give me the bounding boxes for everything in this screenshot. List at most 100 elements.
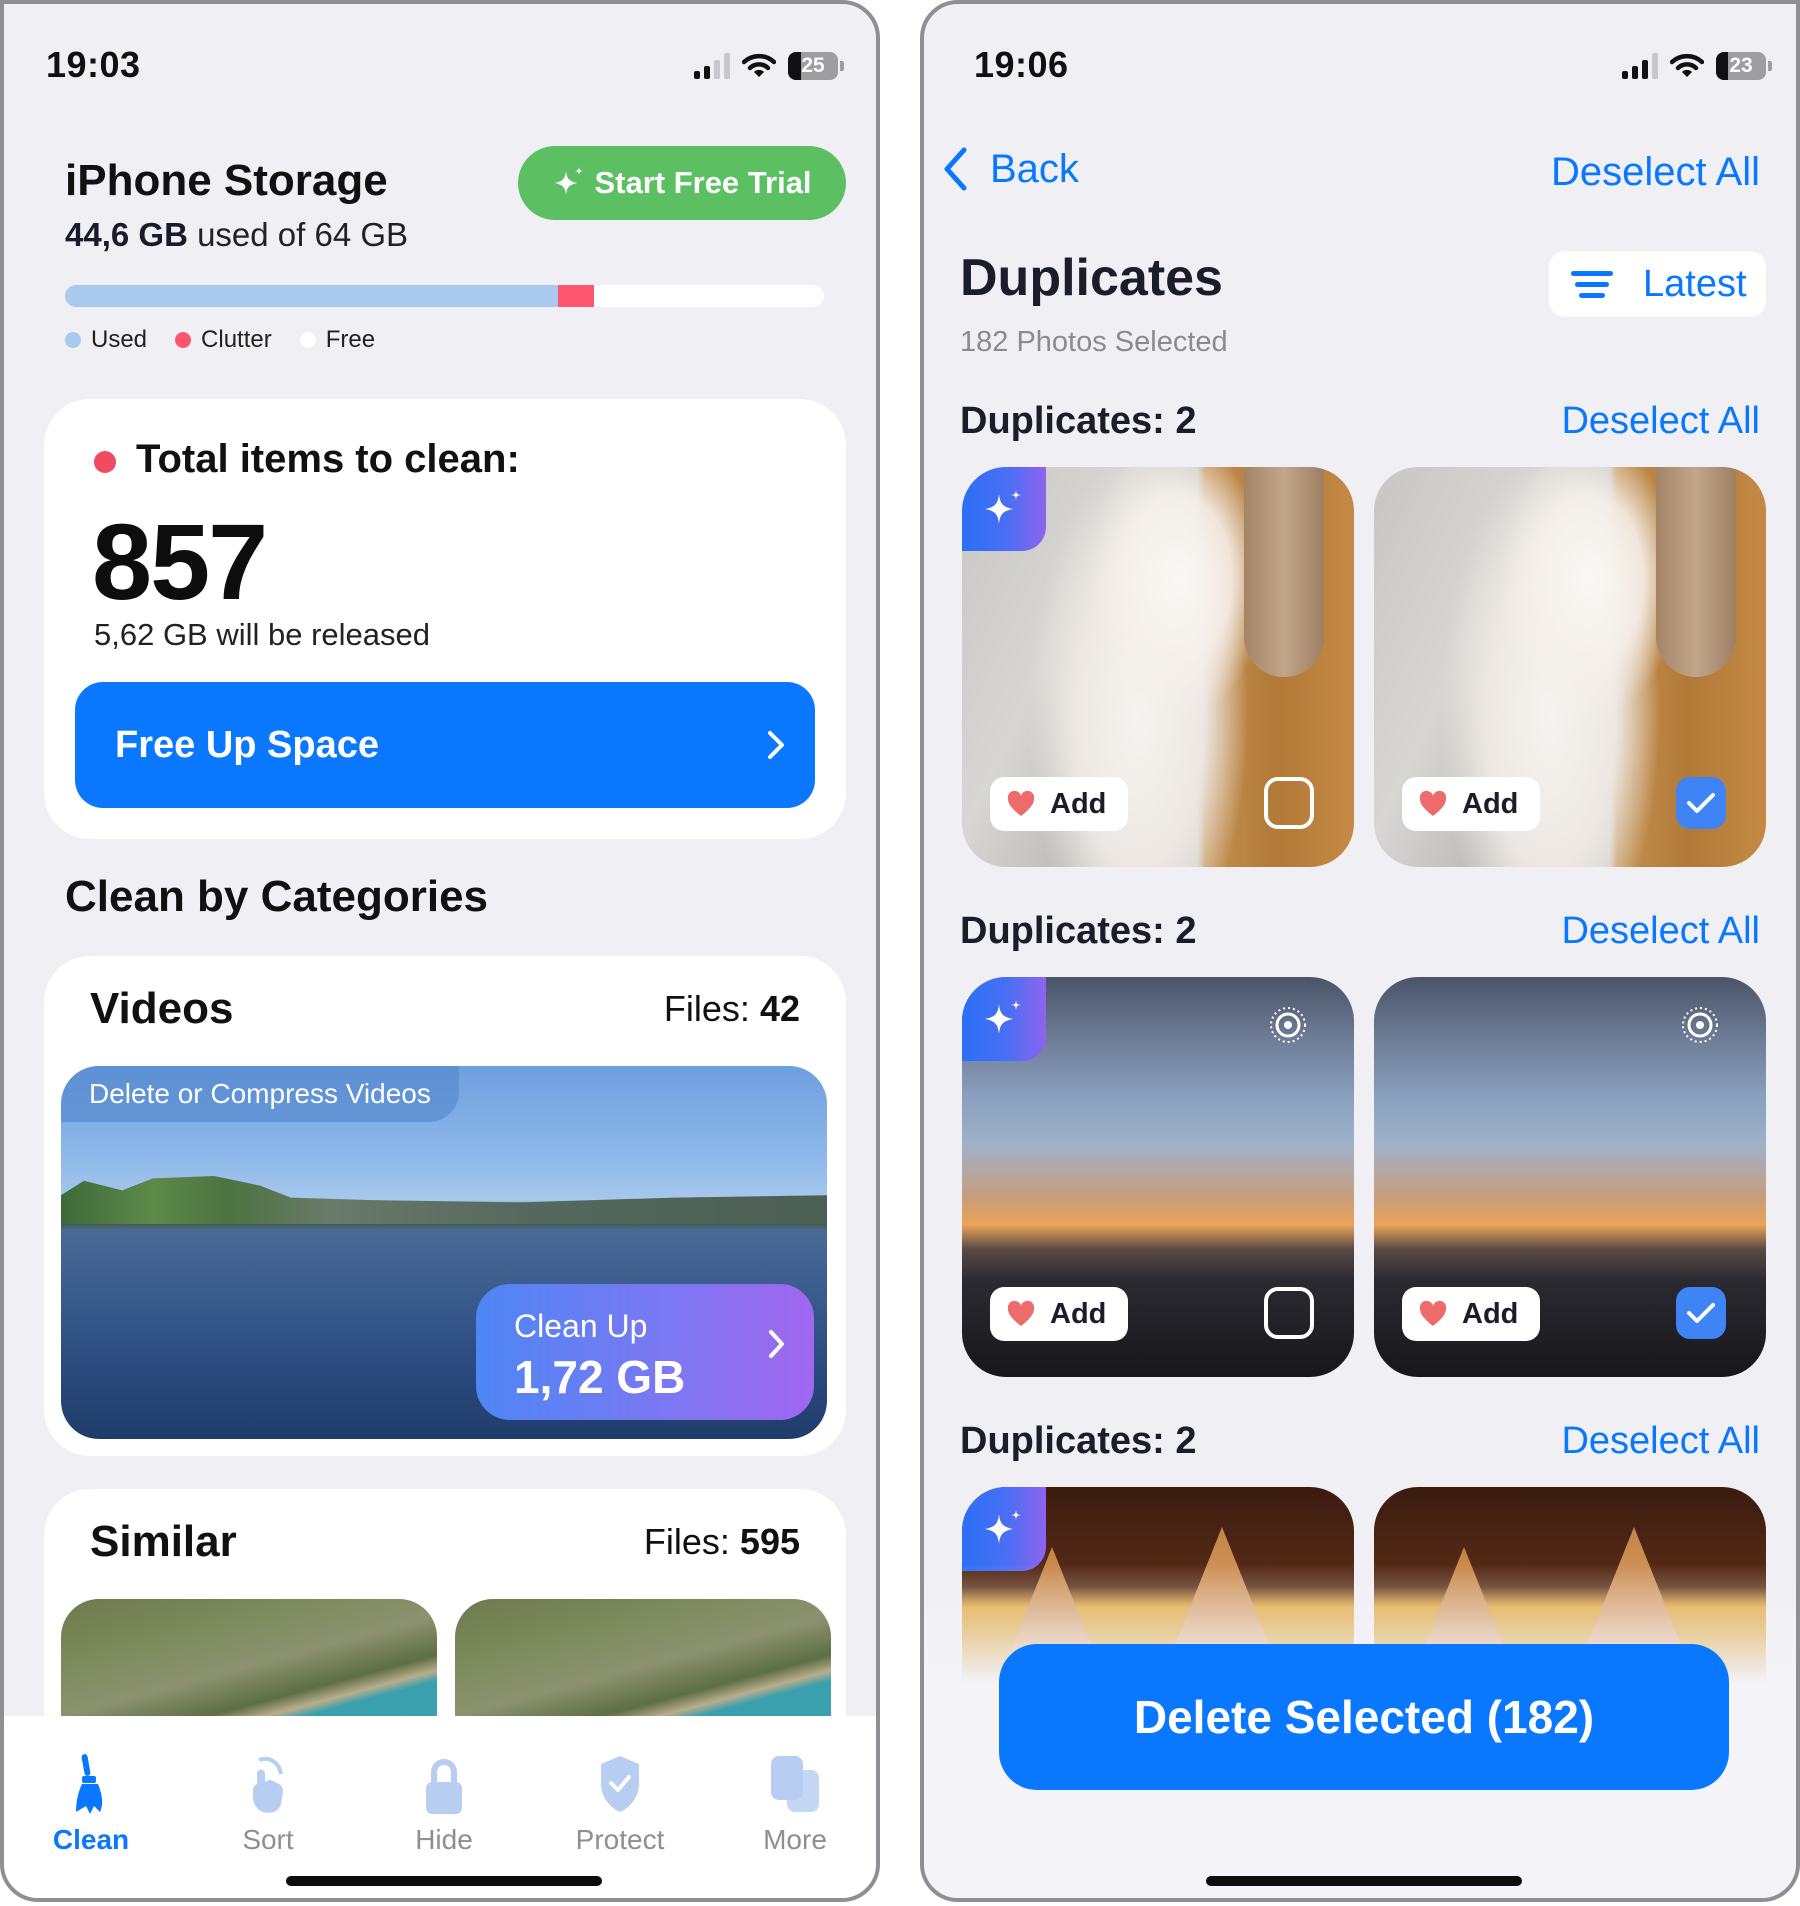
legend-dot-free [299,332,316,348]
total-items-card: Total items to clean: 857 5,62 GB will b… [44,399,846,839]
tab-more-label: More [763,1824,827,1855]
sparkles-icon [555,167,584,195]
tab-protect[interactable]: Protect [545,1752,695,1856]
storage-bar-clutter [558,285,595,307]
video-badge: Delete or Compress Videos [61,1066,459,1122]
files-label: Files: [643,1521,730,1562]
video-thumbnail[interactable]: Delete or Compress Videos Clean Up 1,72 … [61,1066,827,1439]
heart-icon [1007,1300,1035,1326]
heart-icon [1007,790,1035,816]
legend-dot-used [65,332,81,348]
select-checkbox[interactable] [1264,1287,1314,1339]
similar-title: Similar [90,1517,237,1566]
add-to-favorites-button[interactable]: Add [1402,777,1540,831]
status-time: 19:06 [974,44,1069,85]
videos-file-count: Files: 42 [664,988,800,1030]
delete-selected-button[interactable]: Delete Selected (182) [999,1644,1729,1790]
tab-hide-label: Hide [415,1824,473,1855]
battery-tip [840,61,844,71]
video-thumbnail-shoreline [61,1176,827,1224]
duplicate-photo[interactable]: Add [962,467,1354,867]
sparkles-icon [985,1510,1021,1544]
clean-up-label: Clean Up [514,1308,648,1344]
duplicate-photo[interactable]: Add [1374,977,1766,1377]
battery-tip [1768,61,1772,71]
group-1-deselect-all[interactable]: Deselect All [1561,400,1760,443]
categories-title: Clean by Categories [65,872,489,921]
stacked-squares-icon [771,1756,819,1812]
storage-bar-used [65,285,559,307]
lock-icon [426,1759,462,1814]
best-photo-badge [962,977,1046,1061]
back-label: Back [990,146,1079,191]
back-button[interactable]: Back [942,146,1079,192]
select-checkbox-checked[interactable] [1676,1287,1726,1339]
best-photo-badge [962,467,1046,551]
status-time: 19:03 [46,44,141,85]
add-to-favorites-button[interactable]: Add [990,777,1128,831]
group-3-title: Duplicates: 2 [960,1420,1197,1462]
similar-file-count: Files: 595 [644,1521,800,1563]
storage-title: iPhone Storage [65,156,388,205]
storage-used-suffix: used of 64 GB [197,216,409,253]
photo-content [1244,467,1325,677]
videos-title: Videos [90,984,234,1033]
total-items-count: 857 [92,501,268,622]
add-label: Add [1462,787,1519,820]
swipe-hand-icon [253,1756,283,1813]
wifi-icon [742,53,776,77]
legend-label-free: Free [325,326,376,353]
tab-more[interactable]: More [720,1752,870,1856]
select-checkbox[interactable] [1264,777,1314,829]
legend-used: Used [65,326,147,354]
checkmark-icon [1687,1303,1715,1323]
battery-level: 23 [1729,54,1753,77]
phone-screen-duplicates: 19:06 23 Back Deselect All Duplicates 18… [920,0,1800,1902]
best-photo-badge [962,1487,1046,1571]
group-1-title: Duplicates: 2 [960,400,1197,442]
add-label: Add [1050,1297,1107,1330]
duplicate-photo[interactable]: Add [962,977,1354,1377]
chevron-right-icon [768,731,784,759]
chevron-left-icon [944,147,967,191]
battery-icon: 23 [1716,52,1766,80]
clean-up-videos-button[interactable]: Clean Up 1,72 GB [476,1284,814,1420]
photo-content [1656,467,1737,677]
files-label: Files: [663,988,750,1029]
tab-protect-label: Protect [575,1824,665,1855]
add-label: Add [1462,1297,1519,1330]
add-to-favorites-button[interactable]: Add [990,1287,1128,1341]
sparkles-icon [985,490,1021,524]
videos-category-card[interactable]: Videos Files: 42 Delete or Compress Vide… [44,956,846,1456]
tab-sort[interactable]: Sort [193,1752,343,1856]
storage-used-value: 44,6 GB [65,216,188,253]
tab-clean[interactable]: Clean [16,1752,166,1856]
free-up-space-label: Free Up Space [115,723,379,766]
status-icons: 25 [694,52,844,80]
files-count: 42 [759,988,800,1029]
sort-latest-button[interactable]: Latest [1549,251,1766,317]
clean-up-size: 1,72 GB [514,1351,686,1403]
storage-bar [65,285,824,307]
tab-hide[interactable]: Hide [369,1752,519,1856]
group-2-deselect-all[interactable]: Deselect All [1561,910,1760,953]
battery-level: 25 [801,54,825,77]
legend-dot-clutter [175,332,192,348]
duplicate-photo[interactable]: Add [1374,467,1766,867]
select-checkbox-checked[interactable] [1676,777,1726,829]
tab-clean-label: Clean [52,1824,130,1855]
sparkles-icon [985,1000,1021,1034]
live-photo-icon [1682,1007,1718,1043]
phone-screen-home: 19:03 25 iPhone Storage 44,6 GB used of … [0,0,880,1902]
group-3-deselect-all[interactable]: Deselect All [1561,1420,1760,1463]
heart-icon [1419,1300,1447,1326]
add-label: Add [1050,787,1107,820]
start-free-trial-button[interactable]: Start Free Trial [518,146,846,220]
cellular-signal-icon [1622,53,1658,79]
add-to-favorites-button[interactable]: Add [1402,1287,1540,1341]
deselect-all-global-button[interactable]: Deselect All [1551,150,1760,195]
selected-count: 182 Photos Selected [960,326,1228,358]
legend-free: Free [299,326,376,354]
free-up-space-button[interactable]: Free Up Space [75,682,815,808]
legend-clutter: Clutter [175,326,272,354]
